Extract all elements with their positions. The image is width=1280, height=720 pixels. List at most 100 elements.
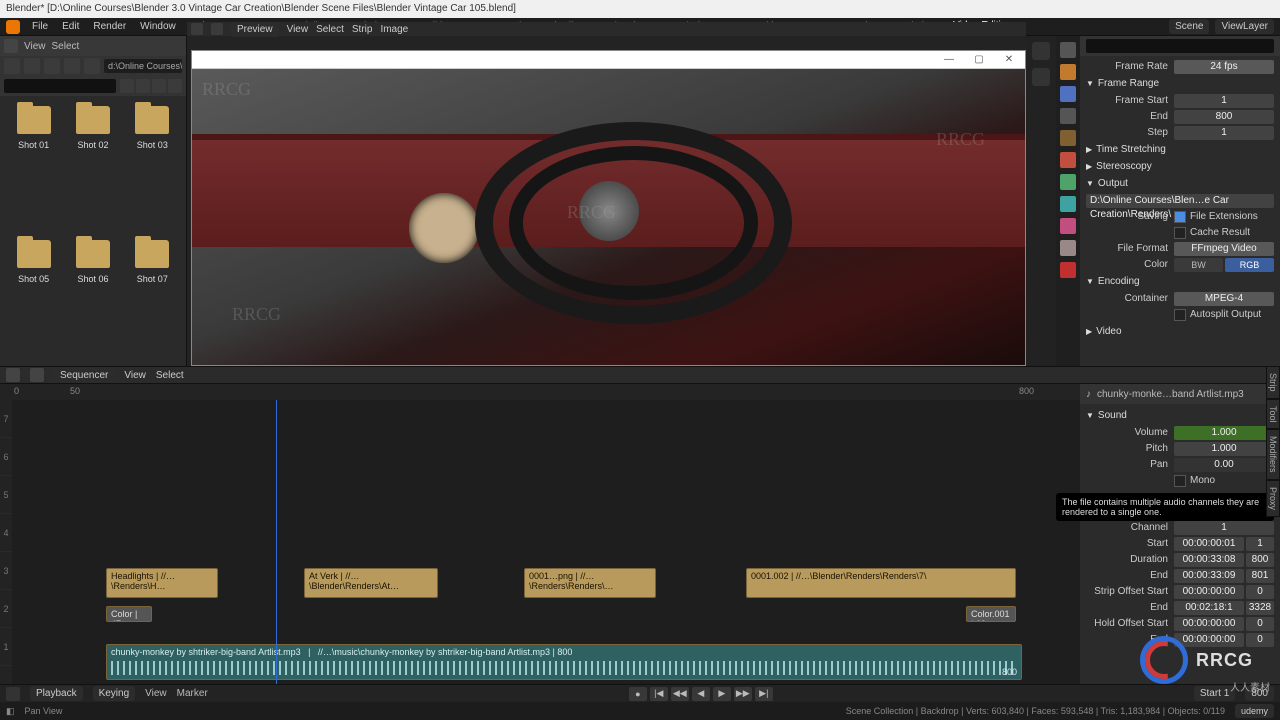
stereoscopy-header[interactable]: ▶Stereoscopy xyxy=(1086,158,1274,175)
nav-back-icon[interactable] xyxy=(4,58,20,74)
color-strip[interactable]: Color.001 | 63 xyxy=(966,606,1016,622)
strip-name[interactable]: chunky-monke…band Artlist.mp3 xyxy=(1097,389,1244,400)
play-reverse-icon[interactable]: ◀ xyxy=(692,687,710,701)
tab-output-icon[interactable] xyxy=(1060,64,1076,80)
start-time-field[interactable]: 00:00:00:01 xyxy=(1174,537,1244,551)
color-rgb-button[interactable]: RGB xyxy=(1225,258,1274,272)
sequencer-menu-select[interactable]: Select xyxy=(156,370,184,381)
video-strip[interactable]: Headlights | //…\Renders\H… xyxy=(106,568,218,598)
video-strip[interactable]: At Verk | //…\Blender\Renders\At… xyxy=(304,568,438,598)
folder-item[interactable]: Shot 01 xyxy=(6,106,61,222)
play-icon[interactable]: ▶ xyxy=(713,687,731,701)
sequencer-timeline[interactable]: 7654321 Headlights | //…\Renders\H… At V… xyxy=(0,400,1080,700)
sequencer-mode-icon[interactable] xyxy=(30,368,44,382)
maximize-icon[interactable]: ▢ xyxy=(967,53,991,67)
playhead[interactable] xyxy=(276,400,277,700)
path-input[interactable]: d:\Online Courses\B…rs\ xyxy=(104,59,182,73)
folder-item[interactable]: Shot 07 xyxy=(125,240,180,356)
tab-world-icon[interactable] xyxy=(1060,130,1076,146)
prev-keyframe-icon[interactable]: ◀◀ xyxy=(671,687,689,701)
video-header[interactable]: ▶Video xyxy=(1086,323,1274,340)
time-ruler[interactable]: 0 50 800 xyxy=(0,384,1080,400)
preview-mode-icon[interactable] xyxy=(211,23,223,35)
tab-object-icon[interactable] xyxy=(1060,152,1076,168)
editor-type-icon[interactable] xyxy=(191,23,203,35)
channel-field[interactable]: 1 xyxy=(1174,521,1274,535)
mono-checkbox[interactable] xyxy=(1174,475,1186,487)
folder-item[interactable]: Shot 02 xyxy=(65,106,120,222)
filebrowser-menu-view[interactable]: View xyxy=(24,41,46,52)
playbar-menu-marker[interactable]: Marker xyxy=(177,688,208,699)
strip-offset-start-field[interactable]: 00:00:00:00 xyxy=(1174,585,1244,599)
filter-icon[interactable] xyxy=(168,79,182,93)
nav-fwd-icon[interactable] xyxy=(24,58,40,74)
duration-field[interactable]: 00:00:33:08 xyxy=(1174,553,1244,567)
hold-offset-start-field[interactable]: 00:00:00:00 xyxy=(1174,617,1244,631)
frame-end-field[interactable]: 800 xyxy=(1174,110,1274,124)
video-strip[interactable]: 0001…png | //…\Renders\Renders\… xyxy=(524,568,656,598)
playbar-menu-view[interactable]: View xyxy=(145,688,167,699)
strip-offset-end-field[interactable]: 00:02:18:1 xyxy=(1174,601,1244,615)
filebrowser-search[interactable] xyxy=(4,79,116,93)
encoding-header[interactable]: ▼Encoding xyxy=(1086,273,1274,290)
view-thumb-icon[interactable] xyxy=(136,79,150,93)
autosplit-checkbox[interactable] xyxy=(1174,309,1186,321)
container-select[interactable]: MPEG-4 xyxy=(1174,292,1274,306)
frame-rate-select[interactable]: 24 fps xyxy=(1174,60,1274,74)
preview-menu-select[interactable]: Select xyxy=(316,24,344,35)
view-vertical-icon[interactable] xyxy=(152,79,166,93)
file-format-select[interactable]: FFmpeg Video xyxy=(1174,242,1274,256)
menu-window[interactable]: Window xyxy=(134,19,182,34)
menu-file[interactable]: File xyxy=(26,19,54,34)
preview-menu-view[interactable]: View xyxy=(287,24,309,35)
cache-result-checkbox[interactable] xyxy=(1174,227,1186,239)
next-keyframe-icon[interactable]: ▶▶ xyxy=(734,687,752,701)
video-strip[interactable]: 0001.002 | //…\Blender\Renders\Renders\7… xyxy=(746,568,1016,598)
frame-start-field[interactable]: 1 xyxy=(1174,94,1274,108)
menu-edit[interactable]: Edit xyxy=(56,19,85,34)
nav-refresh-icon[interactable] xyxy=(64,58,80,74)
hand-icon[interactable] xyxy=(1032,68,1050,86)
color-bw-button[interactable]: BW xyxy=(1174,258,1223,272)
preview-menu-strip[interactable]: Strip xyxy=(352,24,373,35)
tab-particles-icon[interactable] xyxy=(1060,196,1076,212)
volume-field[interactable]: 1.000 xyxy=(1174,426,1274,440)
filebrowser-menu-select[interactable]: Select xyxy=(52,41,80,52)
scene-selector[interactable]: Scene xyxy=(1169,19,1209,34)
playback-menu[interactable]: Playback xyxy=(30,686,83,701)
pitch-field[interactable]: 1.000 xyxy=(1174,442,1274,456)
folder-item[interactable]: Shot 05 xyxy=(6,240,61,356)
editor-type-icon[interactable] xyxy=(4,39,18,53)
frame-step-field[interactable]: 1 xyxy=(1174,126,1274,140)
editor-type-icon[interactable] xyxy=(6,368,20,382)
tab-physics-icon[interactable] xyxy=(1060,218,1076,234)
end-field[interactable]: 00:00:33:09 xyxy=(1174,569,1244,583)
menu-render[interactable]: Render xyxy=(87,19,132,34)
preview-menu-image[interactable]: Image xyxy=(380,24,408,35)
tab-modifiers[interactable]: Modifiers xyxy=(1266,429,1280,480)
output-header[interactable]: ▼Output xyxy=(1086,175,1274,192)
audio-strip[interactable]: chunky-monkey by shtriker-big-band Artli… xyxy=(106,644,1022,680)
sound-panel-header[interactable]: ▼Sound xyxy=(1086,407,1274,424)
time-stretching-header[interactable]: ▶Time Stretching xyxy=(1086,141,1274,158)
tab-render-icon[interactable] xyxy=(1060,42,1076,58)
frame-range-header[interactable]: ▼Frame Range xyxy=(1086,75,1274,92)
tab-proxy[interactable]: Proxy xyxy=(1266,480,1280,517)
viewlayer-selector[interactable]: ViewLayer xyxy=(1215,19,1274,34)
jump-start-icon[interactable]: |◀ xyxy=(650,687,668,701)
properties-search[interactable] xyxy=(1086,39,1274,53)
sequencer-menu-view[interactable]: View xyxy=(124,370,146,381)
folder-item[interactable]: Shot 03 xyxy=(125,106,180,222)
tab-strip[interactable]: Strip xyxy=(1266,366,1280,399)
keying-menu[interactable]: Keying xyxy=(93,686,136,701)
tab-viewlayer-icon[interactable] xyxy=(1060,86,1076,102)
close-icon[interactable]: ✕ xyxy=(997,53,1021,67)
tab-tool[interactable]: Tool xyxy=(1266,399,1280,430)
minimize-icon[interactable]: — xyxy=(937,53,961,67)
tab-scene-icon[interactable] xyxy=(1060,108,1076,124)
preview-mode-select[interactable]: Preview xyxy=(231,22,279,37)
folder-item[interactable]: Shot 06 xyxy=(65,240,120,356)
autokey-toggle-icon[interactable]: ● xyxy=(629,687,647,701)
file-extensions-checkbox[interactable] xyxy=(1174,211,1186,223)
output-path-field[interactable]: D:\Online Courses\Blen…e Car Creation\Re… xyxy=(1086,194,1274,208)
